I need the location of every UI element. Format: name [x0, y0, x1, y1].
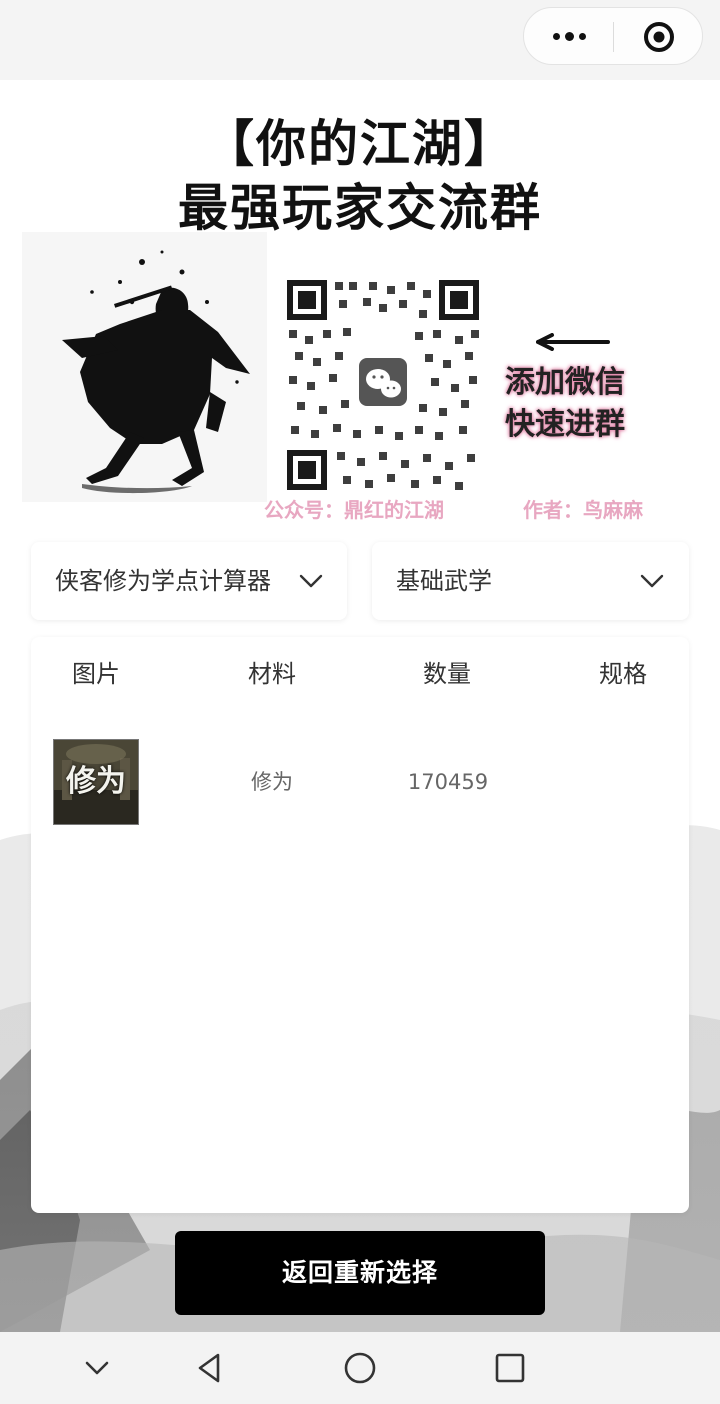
table-row: 修为 修为 170459	[31, 737, 689, 829]
back-triangle-icon[interactable]	[192, 1350, 228, 1386]
capsule-divider	[613, 22, 614, 52]
thumbnail-text: 修为	[66, 764, 126, 799]
chevron-down-icon	[299, 574, 323, 588]
content-area: 【你的江湖】 最强玩家交流群 添加微信 快速进群 公众号：鼎红的江湖 作者：鸟麻…	[0, 80, 720, 1332]
banner-title-line1: 【你的江湖】	[204, 114, 516, 173]
calculator-select-label: 侠客修为学点计算器	[55, 567, 271, 595]
capsule-menu	[523, 7, 703, 65]
credit-author: 作者：鸟麻麻	[523, 498, 643, 522]
credit-account: 公众号：鼎红的江湖	[264, 498, 444, 522]
category-select[interactable]: 基础武学	[372, 542, 689, 620]
results-table: 图片 材料 数量 规格 修为 修为 170459	[31, 637, 689, 1213]
more-dots-icon[interactable]	[546, 8, 592, 64]
top-bar	[0, 0, 720, 80]
banner-title: 【你的江湖】 最强玩家交流群	[0, 112, 720, 240]
home-circle-icon[interactable]	[342, 1350, 378, 1386]
target-icon[interactable]	[643, 21, 675, 53]
chevron-down-icon	[640, 574, 664, 588]
ink-swordsman-illustration	[22, 232, 267, 502]
side-text-line1: 添加微信	[505, 365, 625, 400]
category-select-label: 基础武学	[396, 567, 492, 595]
add-wechat-text: 添加微信 快速进群	[505, 362, 655, 446]
arrow-left-icon	[536, 333, 610, 351]
header-quantity: 数量	[423, 660, 471, 688]
page: 【你的江湖】 最强玩家交流群 添加微信 快速进群 公众号：鼎红的江湖 作者：鸟麻…	[0, 0, 720, 1404]
system-nav-bar	[0, 1332, 720, 1404]
cell-material: 修为	[251, 770, 293, 794]
header-image: 图片	[72, 660, 120, 688]
chevron-down-icon[interactable]	[79, 1350, 115, 1386]
reset-selection-button[interactable]: 返回重新选择	[175, 1231, 545, 1315]
recents-square-icon[interactable]	[492, 1350, 528, 1386]
banner-title-line2: 最强玩家交流群	[178, 178, 542, 237]
cell-quantity: 170459	[407, 770, 489, 794]
material-thumbnail: 修为	[53, 739, 139, 825]
header-material: 材料	[248, 660, 296, 688]
calculator-select[interactable]: 侠客修为学点计算器	[31, 542, 347, 620]
side-text-line2: 快速进群	[505, 407, 625, 442]
qr-code-image	[283, 276, 483, 494]
table-header: 图片 材料 数量 规格	[31, 637, 689, 711]
header-spec: 规格	[599, 660, 647, 688]
